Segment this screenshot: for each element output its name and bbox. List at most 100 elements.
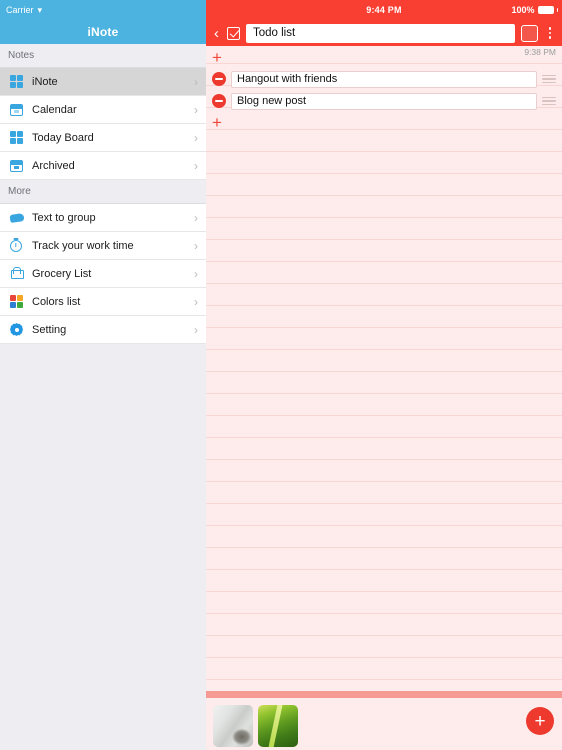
sidebar-item-label: Archived — [32, 159, 75, 172]
sidebar-item-colors-list[interactable]: Colors list › — [0, 288, 206, 316]
chevron-right-icon: › — [194, 266, 198, 281]
sidebar-section-header: Notes — [0, 44, 206, 68]
gear-icon — [10, 323, 23, 336]
paper-rule-line — [206, 173, 562, 174]
note-paper: 9:38 PM + Hangout with friends Blog new … — [206, 46, 562, 691]
paper-rule-line — [206, 547, 562, 548]
drag-handle-icon[interactable] — [542, 74, 556, 84]
sidebar-item-icon — [8, 267, 32, 280]
todo-row: Hangout with friends — [206, 70, 562, 88]
sidebar-item-label: Text to group — [32, 211, 96, 224]
add-item-bottom-button[interactable]: + — [212, 114, 222, 131]
minus-circle-icon[interactable] — [212, 72, 226, 86]
status-time: 9:44 PM — [366, 5, 402, 15]
paper-rule-line — [206, 63, 562, 64]
chevron-right-icon: › — [194, 130, 198, 145]
sidebar-item-setting[interactable]: Setting › — [0, 316, 206, 344]
sidebar-item-label: Colors list — [32, 295, 81, 308]
sidebar-item-label: Today Board — [32, 131, 94, 144]
sidebar-item-label: Setting — [32, 323, 67, 336]
paper-rule-line — [206, 591, 562, 592]
sidebar-item-calendar[interactable]: Calendar › — [0, 96, 206, 124]
sidebar-item-icon — [8, 212, 32, 223]
add-item-top-button[interactable]: + — [212, 49, 222, 66]
note-title-value: Todo list — [253, 27, 296, 39]
paper-rule-line — [206, 503, 562, 504]
paper-rule-line — [206, 371, 562, 372]
photo-thumbnail-1[interactable] — [213, 705, 253, 747]
add-attachment-fab[interactable]: + — [526, 707, 554, 735]
more-vertical-icon[interactable] — [544, 27, 556, 39]
sidebar-item-track-your-work-time[interactable]: Track your work time › — [0, 232, 206, 260]
paper-rule-line — [206, 459, 562, 460]
paper-rule-line — [206, 327, 562, 328]
todo-text-input[interactable]: Blog new post — [231, 92, 537, 110]
battery-indicator: 100% — [511, 0, 558, 20]
paper-rule-line — [206, 283, 562, 284]
app-title-label: iNote — [87, 25, 119, 39]
todo-row: Blog new post — [206, 92, 562, 110]
paper-rule-line — [206, 525, 562, 526]
tag-icon — [9, 212, 25, 223]
chevron-left-icon[interactable]: ‹ — [212, 26, 221, 41]
paper-rule-line — [206, 151, 562, 152]
sidebar-item-label: iNote — [32, 75, 58, 88]
todo-text-input[interactable]: Hangout with friends — [231, 70, 537, 88]
attachment-bar: + — [206, 691, 562, 750]
chevron-right-icon: › — [194, 102, 198, 117]
wifi-icon: ▾ — [37, 4, 43, 15]
paper-ruled-lines — [206, 46, 562, 691]
shopping-cart-icon — [10, 267, 24, 280]
paper-rule-line — [206, 657, 562, 658]
note-timestamp: 9:38 PM — [524, 47, 556, 57]
chevron-right-icon: › — [194, 322, 198, 337]
stopwatch-icon — [10, 239, 22, 252]
note-title-input[interactable]: Todo list — [246, 23, 515, 43]
grid-icon — [10, 131, 23, 144]
sidebar-section-list: Text to group › Track your work time › Groce… — [0, 204, 206, 344]
sidebar-item-text-to-group[interactable]: Text to group › — [0, 204, 206, 232]
drag-handle-icon[interactable] — [542, 96, 556, 106]
chevron-right-icon: › — [194, 294, 198, 309]
paper-rule-line — [206, 481, 562, 482]
sidebar-item-label: Track your work time — [32, 239, 134, 252]
paper-rule-line — [206, 613, 562, 614]
sidebar-item-icon — [8, 75, 32, 88]
app-root: Carrier ▾ iNote Notes iNote › Calendar › Toda… — [0, 0, 562, 750]
paper-rule-line — [206, 393, 562, 394]
todo-text-value: Hangout with friends — [237, 73, 338, 85]
status-bar: 9:44 PM 100% — [206, 0, 562, 20]
sidebar-item-inote[interactable]: iNote › — [0, 68, 206, 96]
sidebar-item-icon — [8, 295, 32, 308]
paper-rule-line — [206, 129, 562, 130]
sidebar-item-icon — [8, 131, 32, 144]
minus-circle-icon[interactable] — [212, 94, 226, 108]
paper-rule-line — [206, 195, 562, 196]
paper-rule-line — [206, 261, 562, 262]
color-swatch-button[interactable] — [521, 24, 538, 42]
chevron-right-icon: › — [194, 74, 198, 89]
sidebar-item-icon — [8, 103, 32, 116]
sidebar-section-header: More — [0, 180, 206, 204]
photo-thumbnail-2[interactable] — [258, 705, 298, 747]
sidebar-app-title: iNote — [0, 20, 206, 44]
calendar-icon — [10, 103, 23, 116]
paper-rule-line — [206, 349, 562, 350]
sidebar-item-icon — [8, 159, 32, 172]
chevron-right-icon: › — [194, 238, 198, 253]
note-toolbar: ‹ Todo list — [206, 20, 562, 46]
sidebar-item-today-board[interactable]: Today Board › — [0, 124, 206, 152]
checkbox-checked-icon[interactable] — [227, 26, 240, 40]
sidebar: Carrier ▾ iNote Notes iNote › Calendar › Toda… — [0, 0, 206, 750]
carrier-label: Carrier — [6, 5, 34, 15]
archive-box-icon — [10, 159, 23, 172]
sidebar-item-grocery-list[interactable]: Grocery List › — [0, 260, 206, 288]
sidebar-item-label: Calendar — [32, 103, 77, 116]
paper-rule-line — [206, 305, 562, 306]
paper-rule-line — [206, 679, 562, 680]
battery-tip-icon — [556, 8, 558, 12]
paper-rule-line — [206, 569, 562, 570]
sidebar-item-icon — [8, 323, 32, 336]
grid-icon — [10, 75, 23, 88]
sidebar-item-archived[interactable]: Archived › — [0, 152, 206, 180]
